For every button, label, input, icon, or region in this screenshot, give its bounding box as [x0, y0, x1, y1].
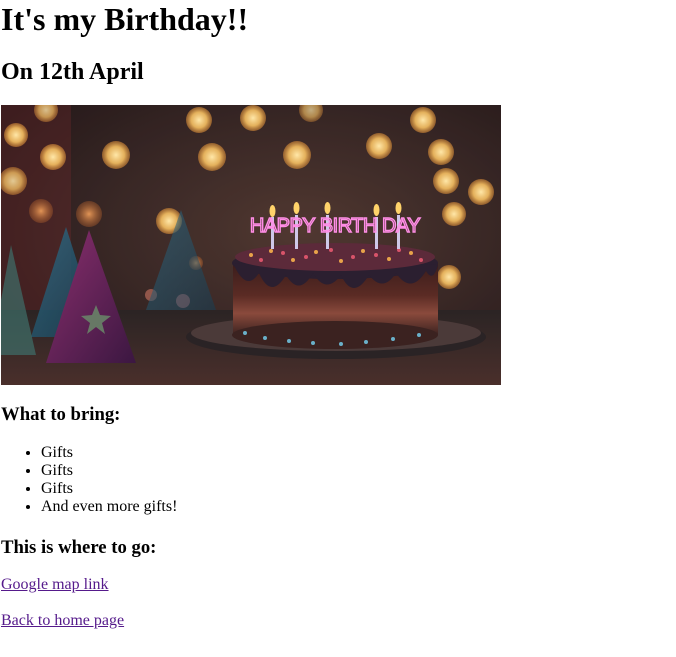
page-title: It's my Birthday!! [1, 1, 249, 37]
list-item: Gifts [41, 480, 177, 498]
what-to-bring-heading: What to bring: [1, 404, 121, 425]
gift-list: Gifts Gifts Gifts And even more gifts! [1, 444, 177, 516]
list-item: And even more gifts! [41, 498, 177, 516]
date-heading: On 12th April [1, 59, 144, 85]
cake [232, 243, 438, 349]
where-to-go-heading: This is where to go: [1, 537, 157, 558]
back-to-home-link[interactable]: Back to home page [1, 612, 124, 630]
list-item: Gifts [41, 444, 177, 462]
list-item: Gifts [41, 462, 177, 480]
google-map-link[interactable]: Google map link [1, 576, 109, 594]
cake-neon-text: HAPPY BIRTH DAY [250, 215, 420, 237]
birthday-cake-image: HAPPY BIRTH DAY [1, 105, 501, 385]
